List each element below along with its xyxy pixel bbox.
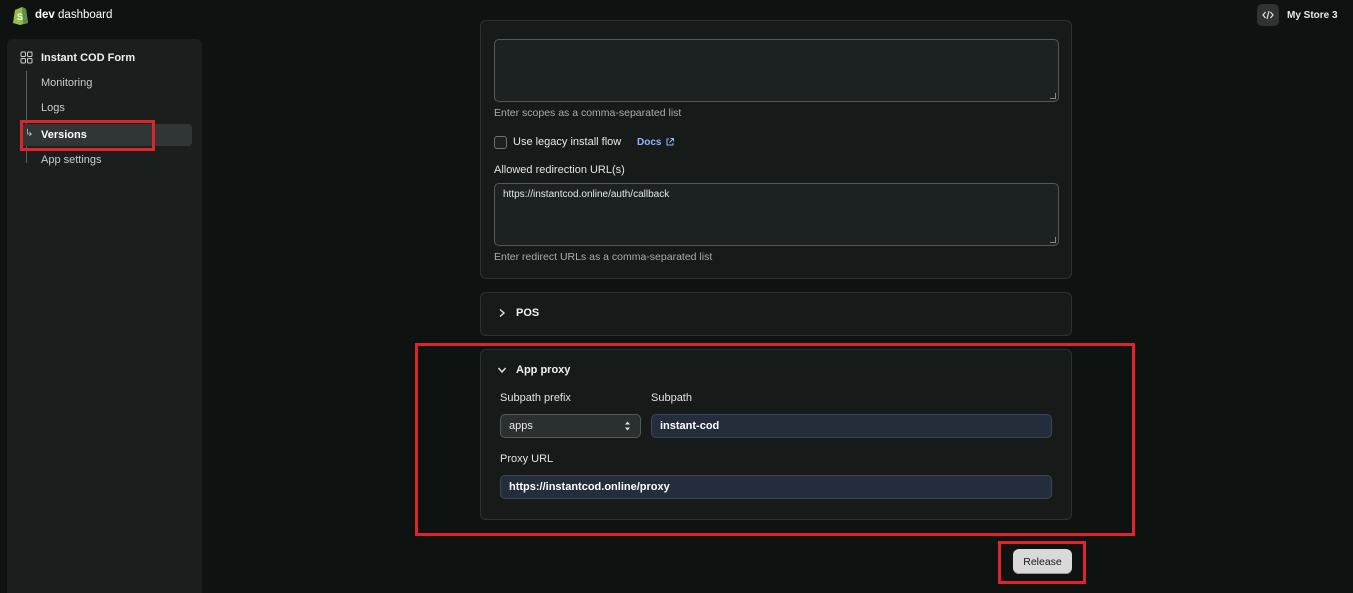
- sidebar-item-app-settings[interactable]: App settings: [41, 154, 102, 166]
- legacy-install-checkbox[interactable]: [494, 136, 507, 149]
- brand-bold: dev: [35, 9, 55, 21]
- scopes-textarea[interactable]: [494, 39, 1059, 102]
- apps-grid-icon: [20, 51, 33, 64]
- store-name: My Store 3: [1287, 9, 1338, 21]
- sidebar-item-monitoring[interactable]: Monitoring: [41, 77, 92, 89]
- shopify-logo-icon: S: [13, 7, 28, 25]
- brand-rest: dashboard: [58, 9, 113, 21]
- redirect-urls-value: https://instantcod.online/auth/callback: [503, 189, 670, 200]
- sidebar-app-name: Instant COD Form: [41, 51, 136, 64]
- redirect-help-text: Enter redirect URLs as a comma-separated…: [494, 251, 713, 263]
- svg-text:S: S: [17, 12, 23, 22]
- legacy-install-label[interactable]: Use legacy install flow: [513, 136, 621, 148]
- pos-card[interactable]: [480, 292, 1072, 336]
- release-highlight-box: [998, 541, 1086, 584]
- brand-title[interactable]: dev dashboard: [35, 9, 112, 21]
- store-switcher-button[interactable]: My Store 3: [1257, 3, 1345, 27]
- scopes-help-text: Enter scopes as a comma-separated list: [494, 107, 682, 119]
- app-proxy-highlight-box: [415, 343, 1135, 536]
- docs-link[interactable]: Docs: [637, 137, 661, 148]
- pos-section-title[interactable]: POS: [516, 307, 539, 319]
- sidebar-app-header[interactable]: Instant COD Form: [20, 51, 135, 64]
- external-link-icon[interactable]: [665, 137, 675, 147]
- resize-handle-icon[interactable]: [1050, 93, 1056, 99]
- sidebar-item-logs[interactable]: Logs: [41, 102, 65, 114]
- chevron-right-icon[interactable]: [498, 308, 506, 318]
- redirect-urls-textarea[interactable]: https://instantcod.online/auth/callback: [494, 183, 1059, 246]
- resize-handle-icon[interactable]: [1050, 237, 1056, 243]
- redirect-urls-label: Allowed redirection URL(s): [494, 164, 625, 176]
- versions-highlight-box: [20, 120, 155, 151]
- code-icon: [1257, 4, 1279, 26]
